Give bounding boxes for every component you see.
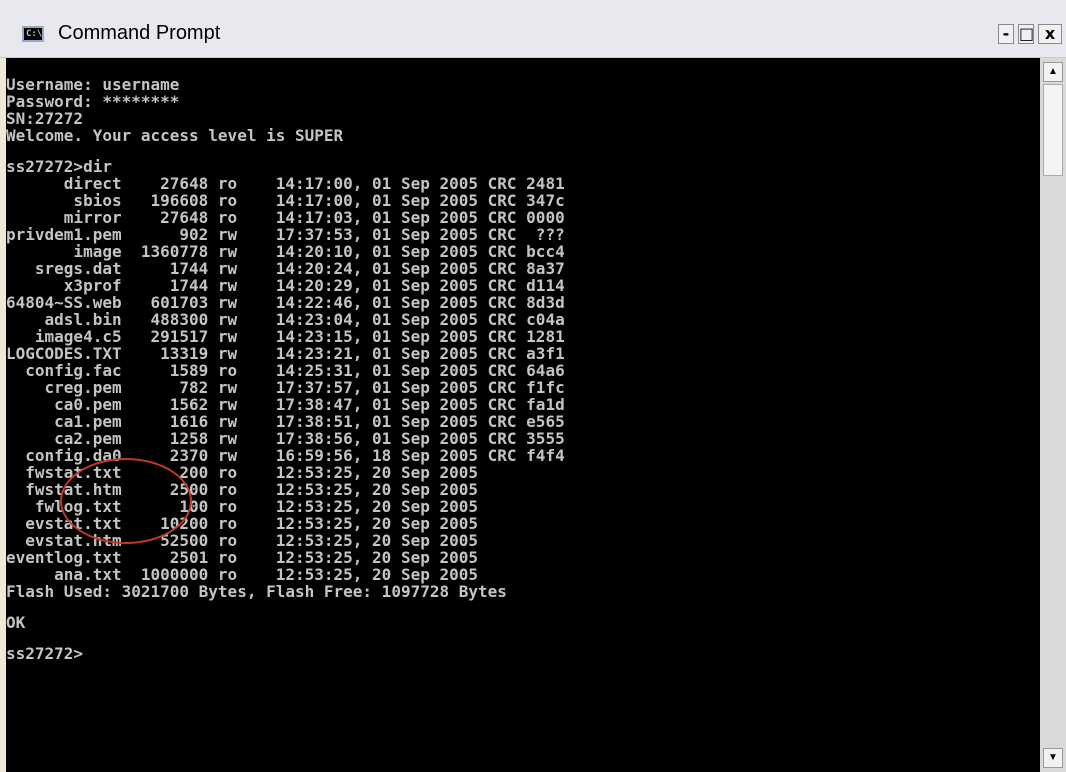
scroll-thumb[interactable]: [1043, 84, 1063, 176]
console-line: image4.c5 291517 rw 14:23:15, 01 Sep 200…: [6, 327, 565, 346]
console-line: config.da0 2370 rw 16:59:56, 18 Sep 2005…: [6, 446, 565, 465]
console-line: Flash Used: 3021700 Bytes, Flash Free: 1…: [6, 582, 507, 601]
console-line: ana.txt 1000000 ro 12:53:25, 20 Sep 2005: [6, 565, 479, 584]
console-line: config.fac 1589 ro 14:25:31, 01 Sep 2005…: [6, 361, 565, 380]
console-line: Welcome. Your access level is SUPER: [6, 126, 344, 145]
console-app-icon[interactable]: C:\: [22, 26, 44, 42]
command-prompt-window: C:\ Command Prompt - □ x Username: usern…: [0, 0, 1066, 772]
vertical-scrollbar[interactable]: ▲ ▼: [1040, 58, 1066, 772]
console-line: sbios 196608 ro 14:17:00, 01 Sep 2005 CR…: [6, 191, 565, 210]
console-app-icon-text: C:\: [26, 29, 43, 39]
console-line: x3prof 1744 rw 14:20:29, 01 Sep 2005 CRC…: [6, 276, 565, 295]
maximize-button[interactable]: □: [1018, 24, 1034, 44]
close-button[interactable]: x: [1038, 24, 1062, 44]
scroll-up-arrow-icon[interactable]: ▲: [1043, 62, 1063, 82]
console-line: OK: [6, 613, 26, 632]
console-line: image 1360778 rw 14:20:10, 01 Sep 2005 C…: [6, 242, 565, 261]
console-line: mirror 27648 ro 14:17:03, 01 Sep 2005 CR…: [6, 208, 565, 227]
scroll-down-arrow-icon[interactable]: ▼: [1043, 748, 1063, 768]
console-line: privdem1.pem 902 rw 17:37:53, 01 Sep 200…: [6, 225, 565, 244]
console-line: ca2.pem 1258 rw 17:38:56, 01 Sep 2005 CR…: [6, 429, 565, 448]
title-bar[interactable]: C:\ Command Prompt - □ x: [0, 0, 1066, 58]
console-line: evstat.htm 52500 ro 12:53:25, 20 Sep 200…: [6, 531, 479, 550]
console-line: eventlog.txt 2501 ro 12:53:25, 20 Sep 20…: [6, 548, 479, 567]
console-output[interactable]: Username: username Password: ******** SN:2…: [6, 58, 1040, 772]
console-line: creg.pem 782 rw 17:37:57, 01 Sep 2005 CR…: [6, 378, 565, 397]
console-line: SN:27272: [6, 109, 84, 128]
console-line: ss27272>dir: [6, 157, 112, 176]
console-line: Username: username: [6, 75, 180, 94]
console-line: Password: ********: [6, 92, 180, 111]
window-title: Command Prompt: [58, 22, 221, 44]
console-line: sregs.dat 1744 rw 14:20:24, 01 Sep 2005 …: [6, 259, 565, 278]
console-line: ss27272>: [6, 644, 84, 663]
console-line: ca0.pem 1562 rw 17:38:47, 01 Sep 2005 CR…: [6, 395, 565, 414]
console-line: ca1.pem 1616 rw 17:38:51, 01 Sep 2005 CR…: [6, 412, 565, 431]
console-line: adsl.bin 488300 rw 14:23:04, 01 Sep 2005…: [6, 310, 565, 329]
minimize-button[interactable]: -: [998, 24, 1014, 44]
annotation-circle: [60, 458, 192, 544]
console-line: LOGCODES.TXT 13319 rw 14:23:21, 01 Sep 2…: [6, 344, 565, 363]
console-line: 64804~SS.web 601703 rw 14:22:46, 01 Sep …: [6, 293, 565, 312]
console-line: direct 27648 ro 14:17:00, 01 Sep 2005 CR…: [6, 174, 565, 193]
